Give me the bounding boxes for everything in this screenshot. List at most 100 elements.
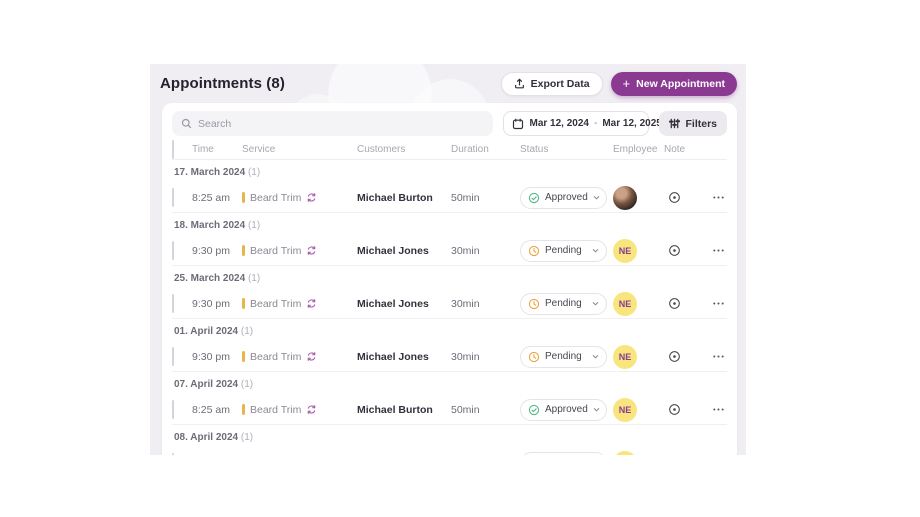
appointment-service: Beard Trim <box>242 351 357 363</box>
status-icon <box>528 192 540 204</box>
status-label: Approved <box>545 192 588 203</box>
date-range-picker[interactable]: Mar 12, 2024 - Mar 12, 2025 <box>503 111 662 136</box>
note-icon[interactable] <box>664 241 684 261</box>
row-menu-ellipsis-icon[interactable] <box>708 294 728 314</box>
appointment-group: 25. March 2024 (1) 9:30 pm Beard Trim Mi… <box>172 266 727 319</box>
appointment-groups: 17. March 2024 (1) 8:25 am Beard Trim Mi… <box>172 160 727 455</box>
recurring-icon <box>306 298 317 309</box>
chevron-down-icon <box>592 355 599 359</box>
new-appointment-label: New Appointment <box>636 77 725 90</box>
column-header-status: Status <box>520 144 549 155</box>
appointment-service: Beard Trim <box>242 404 357 416</box>
service-color-bar <box>242 245 245 256</box>
date-range-start: Mar 12, 2024 <box>529 118 589 129</box>
row-checkbox[interactable] <box>172 346 174 366</box>
note-icon[interactable] <box>664 294 684 314</box>
appointment-service: Beard Trim <box>242 245 357 257</box>
status-icon <box>528 404 540 416</box>
app-header: Appointments (8) Export Data + New Appoi… <box>150 64 746 103</box>
select-all-checkbox[interactable] <box>172 139 174 159</box>
status-label: Pending <box>545 245 582 256</box>
group-date: 08. April 2024 <box>174 432 239 443</box>
appointments-app: Appointments (8) Export Data + New Appoi… <box>150 64 746 455</box>
employee-avatar[interactable]: NE <box>613 344 637 369</box>
note-icon[interactable] <box>664 453 684 456</box>
group-count: (1) <box>247 220 261 231</box>
table-header-row: Time Service Customers Duration Status E… <box>172 139 727 160</box>
status-dropdown[interactable]: Pending <box>520 239 607 262</box>
group-count: (1) <box>247 273 261 284</box>
search-icon <box>181 118 192 129</box>
status-dropdown[interactable]: Pending <box>520 345 607 368</box>
column-header-service: Service <box>242 144 276 155</box>
row-menu-ellipsis-icon[interactable] <box>708 453 728 456</box>
employee-avatar[interactable]: NE <box>613 291 637 316</box>
appointment-duration: 30min <box>451 350 480 363</box>
status-dropdown[interactable]: Pending <box>520 451 607 455</box>
status-dropdown[interactable]: Pending <box>520 292 607 315</box>
employee-avatar[interactable] <box>613 185 637 210</box>
note-icon[interactable] <box>664 400 684 420</box>
row-menu-ellipsis-icon[interactable] <box>708 347 728 367</box>
search-box[interactable] <box>172 111 494 136</box>
row-checkbox[interactable] <box>172 399 174 419</box>
date-range-separator: - <box>593 118 598 129</box>
filters-sliders-icon <box>669 118 681 129</box>
service-name: Beard Trim <box>250 350 302 363</box>
customer-name: Michael Jones <box>357 350 429 363</box>
status-icon <box>528 351 540 363</box>
service-color-bar <box>242 298 245 309</box>
appointment-duration: 50min <box>451 403 480 416</box>
row-menu-ellipsis-icon[interactable] <box>708 188 728 208</box>
row-checkbox[interactable] <box>172 293 174 313</box>
appointment-row: 8:25 am Beard Trim Michael Burton 50min … <box>172 183 727 213</box>
employee-avatar[interactable]: NE <box>613 450 637 455</box>
service-color-bar <box>242 404 245 415</box>
toolbar: Mar 12, 2024 - Mar 12, 2025 Filters <box>172 111 727 136</box>
group-count: (1) <box>240 432 254 443</box>
row-checkbox[interactable] <box>172 240 174 260</box>
appointment-service: Beard Trim <box>242 192 357 204</box>
group-date-label: 25. March 2024 (1) <box>172 266 727 289</box>
page-title: Appointments (8) <box>160 75 285 92</box>
note-icon[interactable] <box>664 188 684 208</box>
appointment-group: 17. March 2024 (1) 8:25 am Beard Trim Mi… <box>172 160 727 213</box>
status-icon <box>528 298 540 310</box>
search-input[interactable] <box>198 117 485 130</box>
group-date-label: 08. April 2024 (1) <box>172 425 727 448</box>
group-date: 01. April 2024 <box>174 326 239 337</box>
service-name: Beard Trim <box>250 191 302 204</box>
new-appointment-button[interactable]: + New Appointment <box>610 71 737 96</box>
note-icon[interactable] <box>664 347 684 367</box>
group-date: 25. March 2024 <box>174 273 246 284</box>
customer-name: Michael Jones <box>357 244 429 257</box>
recurring-icon <box>306 351 317 362</box>
appointment-group: 08. April 2024 (1) 9:30 pm Beard Trim Mi… <box>172 425 727 455</box>
column-header-duration: Duration <box>451 144 489 155</box>
filters-button[interactable]: Filters <box>659 111 727 136</box>
row-menu-ellipsis-icon[interactable] <box>708 241 728 261</box>
row-checkbox[interactable] <box>172 187 174 207</box>
employee-avatar[interactable]: NE <box>613 238 637 263</box>
status-label: Pending <box>545 351 582 362</box>
column-header-customers: Customers <box>357 144 406 155</box>
status-dropdown[interactable]: Approved <box>520 398 607 421</box>
recurring-icon <box>306 404 317 415</box>
group-date: 07. April 2024 <box>174 379 239 390</box>
chevron-down-icon <box>593 196 600 200</box>
service-color-bar <box>242 351 245 362</box>
service-name: Beard Trim <box>250 403 302 416</box>
row-menu-ellipsis-icon[interactable] <box>708 400 728 420</box>
customer-name: Michael Burton <box>357 403 433 416</box>
column-header-note: Note <box>664 144 686 155</box>
group-date-label: 01. April 2024 (1) <box>172 319 727 342</box>
row-checkbox[interactable] <box>172 452 174 455</box>
employee-avatar[interactable]: NE <box>613 397 637 422</box>
status-dropdown[interactable]: Approved <box>520 186 607 209</box>
group-count: (1) <box>240 379 254 390</box>
group-count: (1) <box>240 326 254 337</box>
status-icon <box>528 245 540 257</box>
service-name: Beard Trim <box>250 244 302 257</box>
export-data-button[interactable]: Export Data <box>500 71 603 96</box>
group-date-label: 17. March 2024 (1) <box>172 160 727 183</box>
